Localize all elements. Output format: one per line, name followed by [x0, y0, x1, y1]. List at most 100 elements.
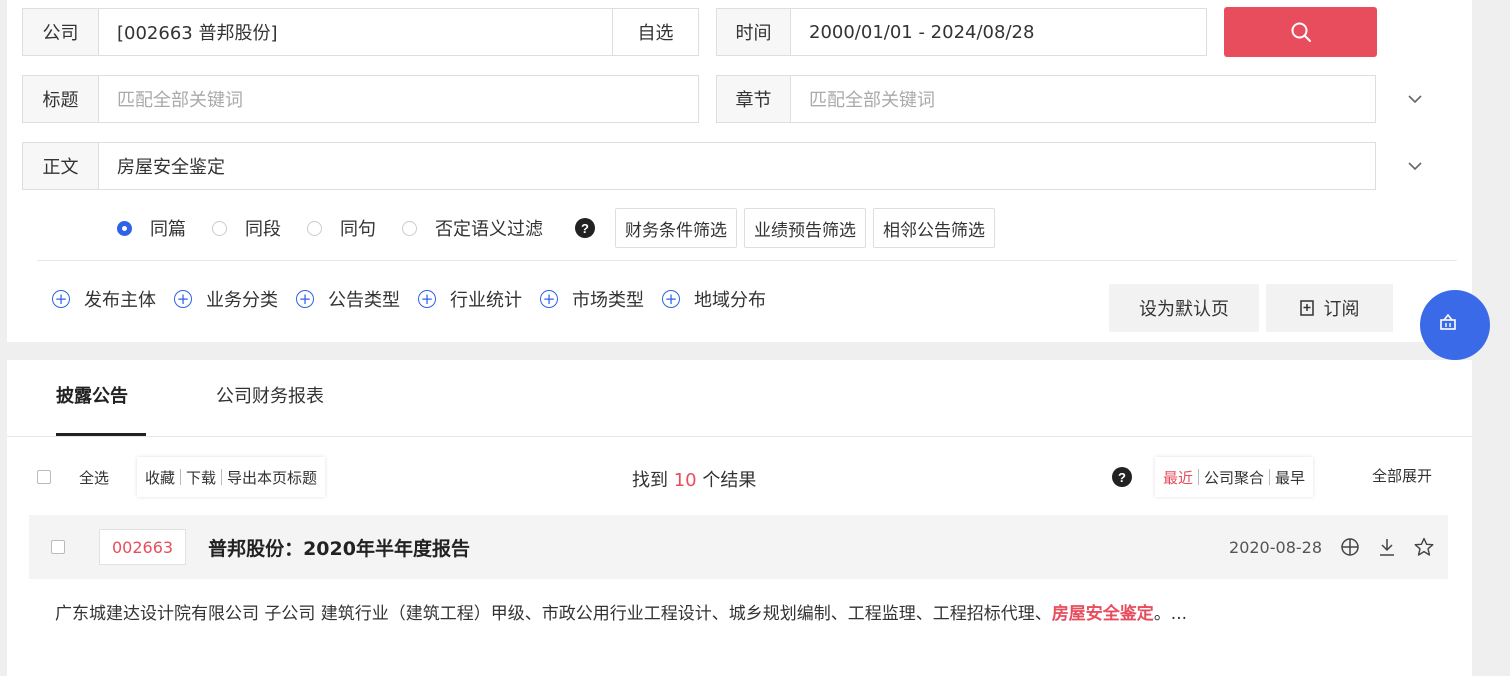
chapter-input[interactable]: 匹配全部关键词 [791, 86, 1375, 112]
stock-code-badge[interactable]: 002663 [99, 529, 187, 565]
result-snippet: 广东城建达设计院有限公司 子公司 建筑行业（建筑工程）甲级、市政公用行业工程设计… [55, 598, 1415, 630]
category-label: 发布主体 [84, 290, 156, 311]
result-date: 2020-08-28 [1229, 537, 1322, 557]
time-field[interactable]: 时间 2000/01/01 - 2024/08/28 [716, 8, 1207, 56]
download-button[interactable]: 下载 [186, 467, 216, 488]
category-market[interactable]: + 市场类型 [540, 286, 644, 312]
divider [37, 260, 1457, 261]
row-actions: 2020-08-28 [1229, 515, 1434, 579]
plus-circle-icon: + [174, 290, 192, 308]
results-section: 披露公告 公司财务报表 全选 收藏 下载 导出本页标题 找到 10 个结果 ? … [7, 360, 1472, 676]
scope-options: 同篇 同段 同句 否定语义过滤 ? 财务条件筛选 业绩预告筛选 相邻公告筛选 [117, 208, 1002, 248]
title-field[interactable]: 标题 匹配全部关键词 [22, 75, 699, 123]
category-label: 地域分布 [694, 290, 766, 311]
radio-label: 同篇 [150, 219, 186, 240]
category-publisher[interactable]: + 发布主体 [52, 286, 156, 312]
result-title-link[interactable]: 普邦股份：2020年半年度报告 [208, 534, 470, 561]
sort-help-icon[interactable]: ? [1112, 467, 1132, 487]
separator [1198, 469, 1200, 485]
plus-circle-icon: + [540, 290, 558, 308]
radio-dot-selected [117, 220, 132, 236]
separator [1269, 469, 1271, 485]
bulk-actions: 收藏 下载 导出本页标题 [137, 457, 326, 497]
financial-filter-button[interactable]: 财务条件筛选 [615, 208, 737, 248]
company-label: 公司 [23, 9, 99, 55]
download-icon[interactable] [1378, 537, 1396, 557]
body-chevron-down-icon[interactable] [1405, 156, 1425, 176]
body-input[interactable]: 房屋安全鉴定 [99, 153, 1375, 179]
radio-same-paragraph[interactable]: 同段 [212, 215, 281, 241]
tab-financial-reports[interactable]: 公司财务报表 [216, 382, 324, 408]
bookmark-icon [1299, 300, 1314, 316]
subscribe-label: 订阅 [1323, 299, 1360, 320]
table-row[interactable]: 002663 普邦股份：2020年半年度报告 2020-08-28 [29, 515, 1448, 579]
result-count-suffix: 个结果 [702, 470, 757, 491]
category-expanders: + 发布主体 + 业务分类 + 公告类型 + 行业统计 + 市场类型 + 地域分布 [52, 286, 784, 312]
radio-dot [307, 220, 322, 236]
title-label: 标题 [23, 76, 99, 122]
category-label: 公告类型 [328, 290, 400, 311]
title-input[interactable]: 匹配全部关键词 [99, 86, 698, 112]
adjacent-filter-button[interactable]: 相邻公告筛选 [873, 208, 995, 248]
plus-circle-icon: + [418, 290, 436, 308]
search-button[interactable] [1224, 7, 1377, 57]
separator [180, 469, 182, 485]
plus-circle-icon: + [296, 290, 314, 308]
select-all-checkbox[interactable] [37, 470, 51, 484]
select-all-label[interactable]: 全选 [79, 467, 109, 488]
basket-float-button[interactable] [1420, 290, 1490, 360]
tab-disclosure[interactable]: 披露公告 [56, 382, 128, 408]
basket-icon [1440, 313, 1456, 330]
sort-options: 最近 公司聚合 最早 [1155, 457, 1314, 497]
plus-circle-icon: + [662, 290, 680, 308]
export-titles-button[interactable]: 导出本页标题 [227, 467, 317, 488]
radio-same-sentence[interactable]: 同句 [307, 215, 376, 241]
subscribe-button[interactable]: 订阅 [1266, 284, 1393, 332]
tab-divider [7, 436, 1472, 437]
chapter-label: 章节 [717, 76, 791, 122]
result-count-prefix: 找到 [632, 470, 668, 491]
snippet-suffix: 。... [1153, 604, 1188, 624]
category-business[interactable]: + 业务分类 [174, 286, 278, 312]
expand-all-button[interactable]: 全部展开 [1372, 465, 1432, 486]
radio-dot [212, 220, 227, 236]
sort-recent-button[interactable]: 最近 [1163, 467, 1193, 488]
star-icon[interactable] [1414, 537, 1434, 557]
company-field[interactable]: 公司 [002663 普邦股份] 自选 [22, 8, 699, 56]
category-label: 行业统计 [450, 290, 522, 311]
sort-group-button[interactable]: 公司聚合 [1204, 467, 1264, 488]
result-count-number: 10 [673, 470, 697, 491]
category-notice-type[interactable]: + 公告类型 [296, 286, 400, 312]
plus-circle-icon: + [52, 290, 70, 308]
time-range-input[interactable]: 2000/01/01 - 2024/08/28 [791, 22, 1206, 43]
set-default-button[interactable]: 设为默认页 [1109, 284, 1259, 332]
category-label: 业务分类 [206, 290, 278, 311]
category-region[interactable]: + 地域分布 [662, 286, 766, 312]
help-icon[interactable]: ? [575, 218, 595, 238]
category-label: 市场类型 [572, 290, 644, 311]
separator [221, 469, 223, 485]
radio-negation-filter[interactable]: 否定语义过滤 [402, 215, 543, 241]
chapter-field[interactable]: 章节 匹配全部关键词 [716, 75, 1376, 123]
time-label: 时间 [717, 9, 791, 55]
collect-button[interactable]: 收藏 [145, 467, 175, 488]
category-industry[interactable]: + 行业统计 [418, 286, 522, 312]
snippet-highlight: 房屋安全鉴定 [1051, 604, 1154, 624]
globe-icon[interactable] [1340, 537, 1360, 557]
sort-earliest-button[interactable]: 最早 [1275, 467, 1305, 488]
forecast-filter-button[interactable]: 业绩预告筛选 [744, 208, 866, 248]
radio-label: 同段 [245, 219, 281, 240]
radio-label: 同句 [340, 219, 376, 240]
company-input[interactable]: [002663 普邦股份] [99, 19, 612, 45]
row-checkbox[interactable] [51, 540, 65, 554]
search-icon [1291, 22, 1311, 42]
radio-dot [402, 220, 417, 236]
expand-chevron-down-icon[interactable] [1405, 89, 1425, 109]
body-field[interactable]: 正文 房屋安全鉴定 [22, 142, 1376, 190]
result-count: 找到 10 个结果 [632, 466, 756, 492]
radio-same-article[interactable]: 同篇 [117, 215, 186, 241]
pick-company-button[interactable]: 自选 [612, 9, 698, 55]
body-label: 正文 [23, 143, 99, 189]
snippet-text: 广东城建达设计院有限公司 子公司 建筑行业（建筑工程）甲级、市政公用行业工程设计… [55, 604, 1052, 624]
search-panel: 公司 [002663 普邦股份] 自选 时间 2000/01/01 - 2024… [7, 0, 1472, 342]
